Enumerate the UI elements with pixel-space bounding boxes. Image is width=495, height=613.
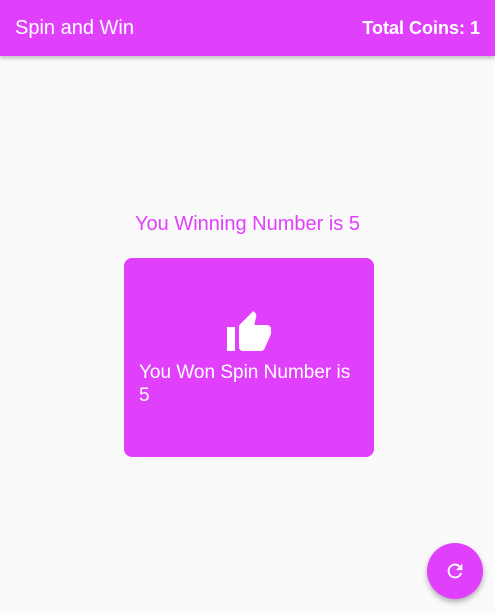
refresh-icon <box>447 563 463 579</box>
result-card: You Won Spin Number is 5 <box>124 258 374 457</box>
result-message: You Won Spin Number is 5 <box>139 361 351 406</box>
thumb-up-icon <box>227 310 271 351</box>
winning-number-text: You Winning Number is 5 <box>135 213 360 235</box>
app-bar: Spin and Win Total Coins: 1 <box>0 0 495 56</box>
total-coins-label: Total Coins: 1 <box>362 17 480 38</box>
app-title: Spin and Win <box>15 16 134 39</box>
refresh-button[interactable] <box>427 543 483 599</box>
